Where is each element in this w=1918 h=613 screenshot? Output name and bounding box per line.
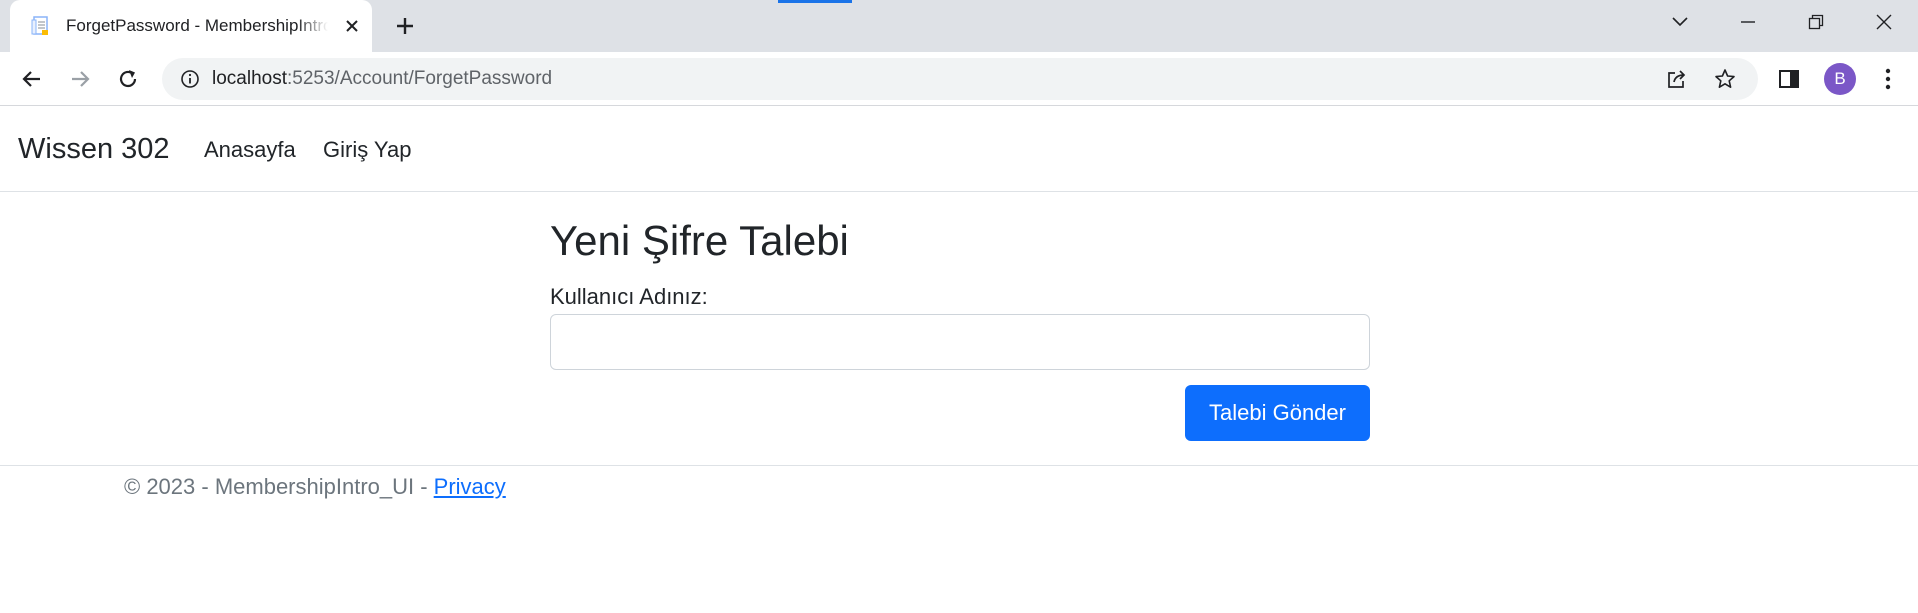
privacy-link[interactable]: Privacy xyxy=(434,474,506,499)
nav-link-home[interactable]: Anasayfa xyxy=(204,107,296,192)
browser-toolbar: localhost:5253/Account/ForgetPassword B xyxy=(0,52,1918,106)
nav-link-login[interactable]: Giriş Yap xyxy=(323,107,411,192)
back-arrow-icon[interactable] xyxy=(16,63,48,95)
minimize-icon[interactable] xyxy=(1714,0,1782,44)
profile-avatar[interactable]: B xyxy=(1824,63,1856,95)
footer-copyright: © 2023 - MembershipIntro_UI - xyxy=(124,474,434,499)
plus-icon[interactable] xyxy=(390,11,420,41)
username-label: Kullanıcı Adınız: xyxy=(550,284,708,309)
submit-request-button[interactable]: Talebi Gönder xyxy=(1185,385,1370,441)
tab-strip: ForgetPassword - MembershipIntro_UI xyxy=(0,0,1918,52)
share-icon[interactable] xyxy=(1666,68,1688,90)
star-icon[interactable] xyxy=(1714,68,1736,90)
address-bar[interactable]: localhost:5253/Account/ForgetPassword xyxy=(162,58,1758,100)
site-footer: © 2023 - MembershipIntro_UI - Privacy xyxy=(0,465,1918,515)
url-host: localhost xyxy=(212,68,287,89)
page-title: Yeni Şifre Talebi xyxy=(550,217,849,264)
page-favicon xyxy=(30,15,52,37)
tab-title: ForgetPassword - MembershipIntro_UI xyxy=(66,16,328,35)
reload-icon[interactable] xyxy=(112,63,144,95)
chevron-down-icon[interactable] xyxy=(1646,0,1714,44)
footer-text: © 2023 - MembershipIntro_UI - Privacy xyxy=(124,472,506,503)
url-path: :5253/Account/ForgetPassword xyxy=(287,68,553,89)
more-vert-icon[interactable] xyxy=(1876,66,1900,92)
tab-loading-indicator xyxy=(778,0,852,3)
forward-arrow-icon[interactable] xyxy=(64,63,96,95)
info-icon[interactable] xyxy=(180,69,200,89)
url-text[interactable]: localhost:5253/Account/ForgetPassword xyxy=(212,58,552,100)
side-panel-icon[interactable] xyxy=(1778,68,1800,90)
browser-tab[interactable]: ForgetPassword - MembershipIntro_UI xyxy=(10,0,372,52)
window-close-icon[interactable] xyxy=(1850,0,1918,44)
restore-icon[interactable] xyxy=(1782,0,1850,44)
close-icon[interactable] xyxy=(340,14,364,38)
navbar-brand[interactable]: Wissen 302 xyxy=(18,107,170,192)
site-navbar: Wissen 302 Anasayfa Giriş Yap xyxy=(0,107,1918,192)
username-input[interactable] xyxy=(550,314,1370,370)
